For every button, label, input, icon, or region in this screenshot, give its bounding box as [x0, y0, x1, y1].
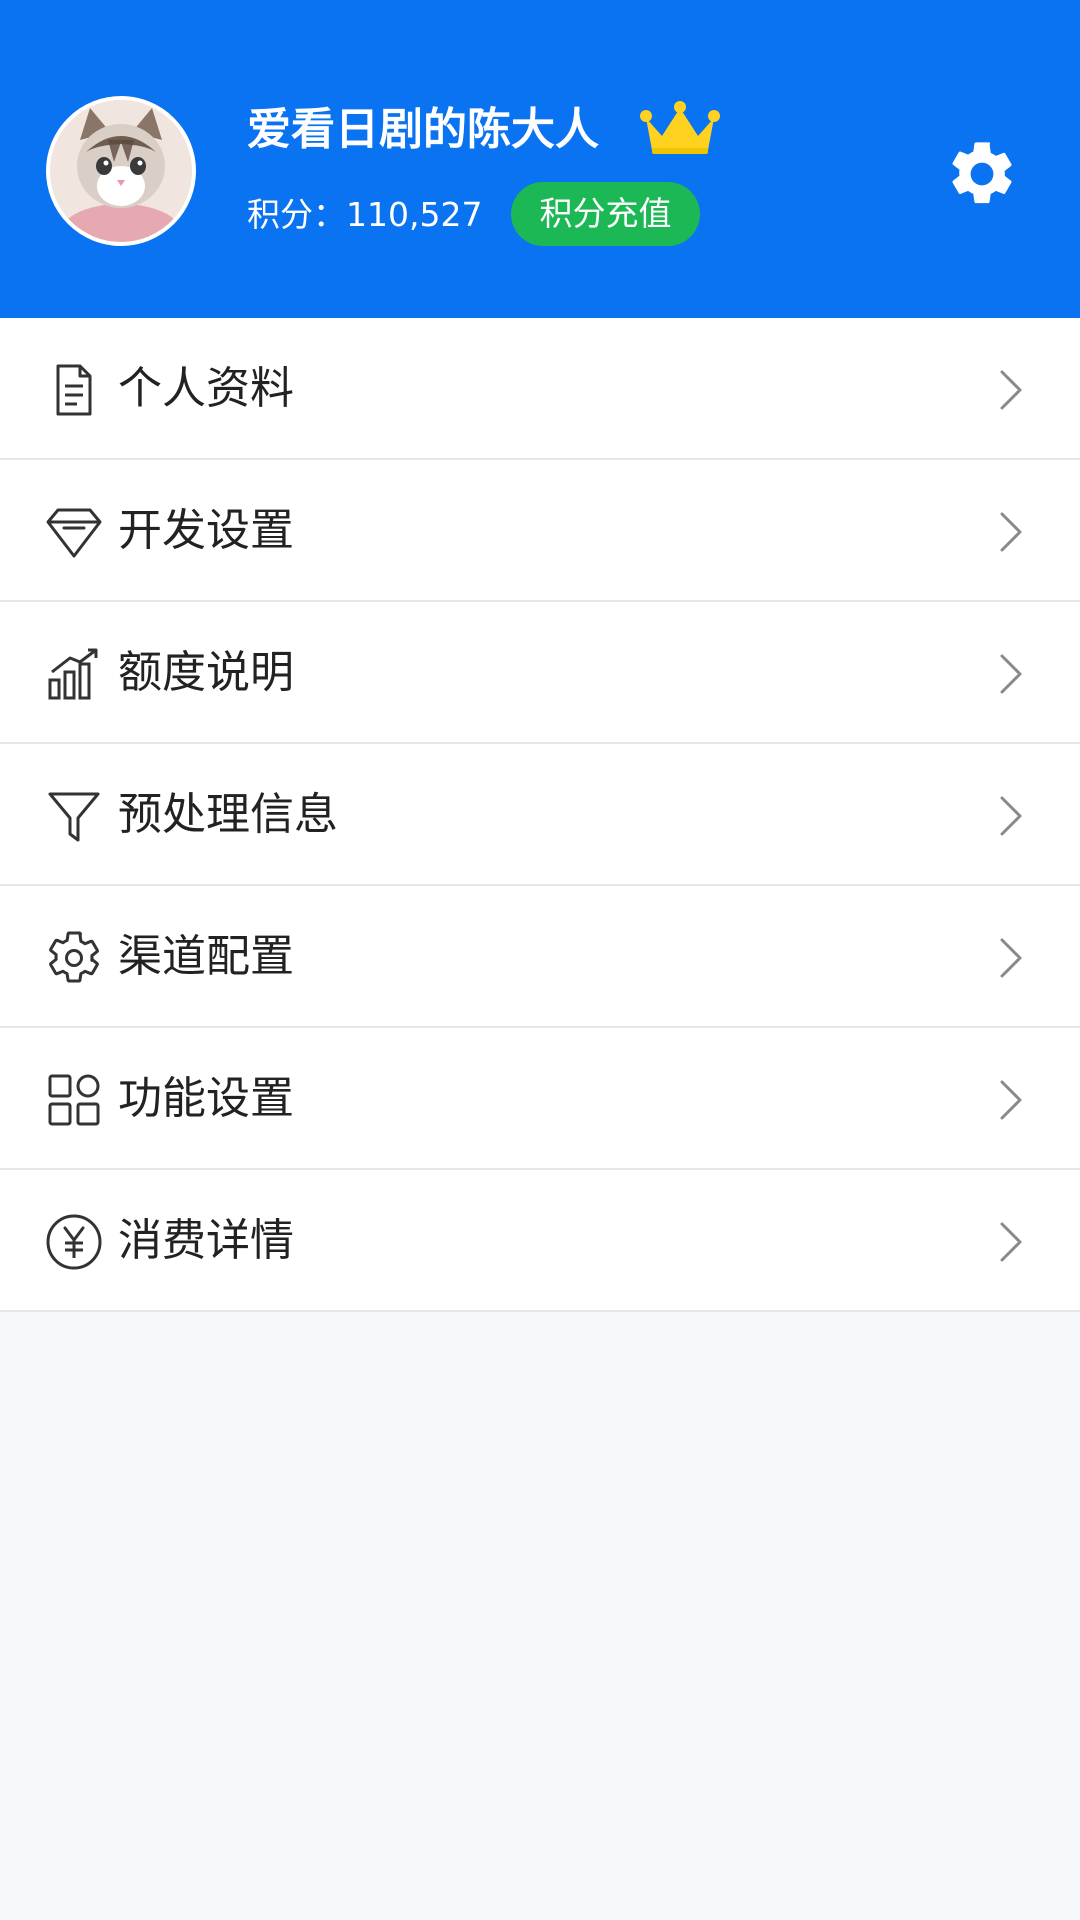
menu-item-label: 预处理信息 [118, 789, 338, 840]
diamond-icon [46, 508, 102, 558]
menu-item-profile[interactable]: 个人资料 [0, 318, 1080, 460]
menu-item-label: 开发设置 [118, 505, 294, 556]
yen-icon [46, 1214, 102, 1270]
chevron-right-icon [1000, 1222, 1022, 1262]
profile-header: 爱看日剧的陈大人 积分：110,527 积分充值 [0, 0, 1080, 318]
points-balance: 积分：110,527 [247, 195, 483, 234]
document-icon [56, 364, 92, 416]
chevron-right-icon [1000, 796, 1022, 836]
avatar[interactable] [46, 96, 196, 246]
menu-item-preprocess[interactable]: 预处理信息 [0, 744, 1080, 886]
username: 爱看日剧的陈大人 [247, 104, 599, 155]
menu-item-spending-details[interactable]: 消费详情 [0, 1170, 1080, 1312]
gear-icon [49, 931, 99, 983]
menu-item-label: 额度说明 [118, 647, 294, 698]
menu-item-quota[interactable]: 额度说明 [0, 602, 1080, 744]
chevron-right-icon [1000, 370, 1022, 410]
crown-icon [640, 101, 720, 154]
menu-item-dev-settings[interactable]: 开发设置 [0, 460, 1080, 602]
chevron-right-icon [1000, 654, 1022, 694]
menu-item-label: 消费详情 [118, 1215, 294, 1266]
settings-menu: 个人资料 开发设置 额度说明 预处理信息 渠道配置 功能设置 消费详情 [0, 318, 1080, 1312]
chevron-right-icon [1000, 1080, 1022, 1120]
chevron-right-icon [1000, 512, 1022, 552]
recharge-points-button[interactable]: 积分充值 [511, 182, 700, 246]
chevron-right-icon [1000, 938, 1022, 978]
menu-item-label: 功能设置 [118, 1073, 294, 1124]
menu-item-label: 个人资料 [118, 363, 294, 414]
grid-icon [48, 1074, 100, 1126]
menu-item-channel-config[interactable]: 渠道配置 [0, 886, 1080, 1028]
bar-chart-icon [48, 648, 98, 700]
menu-item-feature-settings[interactable]: 功能设置 [0, 1028, 1080, 1170]
menu-item-label: 渠道配置 [118, 931, 294, 982]
cat-avatar-image [50, 100, 192, 242]
settings-gear-icon[interactable] [944, 136, 1020, 212]
filter-icon [48, 792, 100, 842]
